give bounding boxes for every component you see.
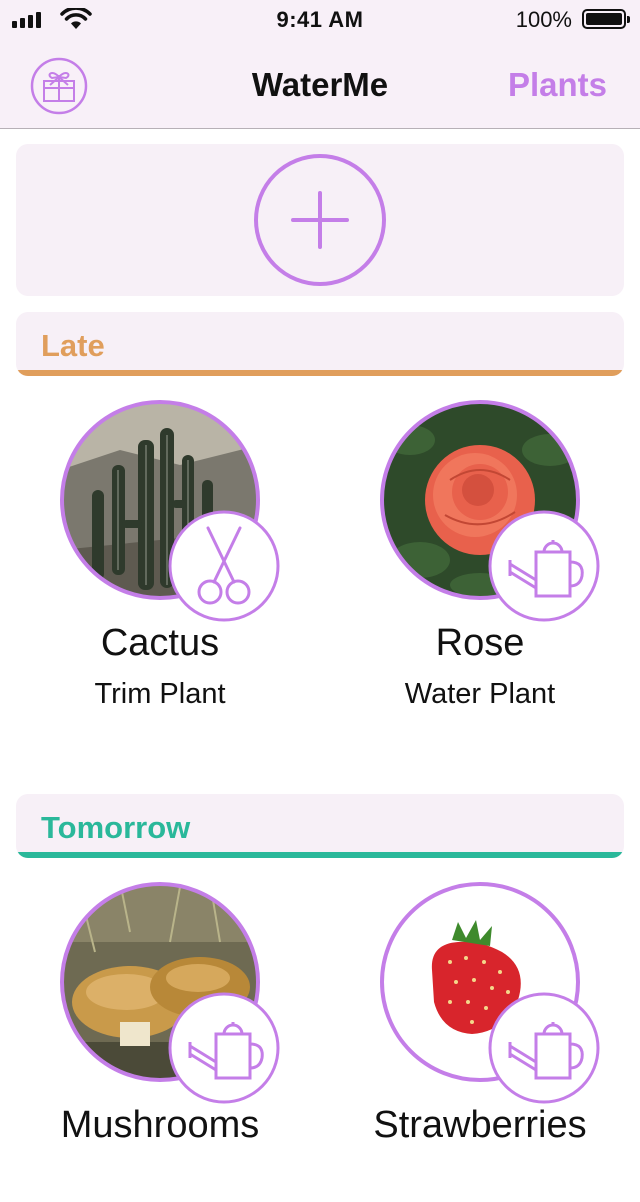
add-plant-card xyxy=(16,144,624,296)
section-divider xyxy=(16,852,624,858)
plants-button[interactable]: Plants xyxy=(508,66,607,104)
plant-item-mushrooms[interactable]: Mushrooms xyxy=(20,882,320,1202)
section-header-late: Late xyxy=(16,312,624,376)
plant-name: Rose xyxy=(435,622,525,664)
plant-name: Cactus xyxy=(100,622,220,664)
section-title: Late xyxy=(41,328,105,363)
plant-name: Strawberries xyxy=(373,1104,587,1146)
watering-can-icon xyxy=(488,510,600,622)
battery-percentage: 100% xyxy=(515,7,572,32)
plant-task: Trim Plant xyxy=(94,678,226,710)
section-divider xyxy=(16,370,624,376)
watering-can-icon xyxy=(488,992,600,1104)
navigation-bar: WaterMe Plants xyxy=(0,40,640,129)
battery-icon xyxy=(582,9,630,29)
section-header-tomorrow: Tomorrow xyxy=(16,794,624,858)
plant-name: Mushrooms xyxy=(60,1104,260,1146)
section-title: Tomorrow xyxy=(41,810,191,845)
plus-icon[interactable] xyxy=(253,153,387,287)
status-bar: 9:41 AM 100% xyxy=(0,0,640,40)
plant-task: Water Plant xyxy=(404,678,556,710)
plant-item-cactus[interactable]: Cactus Trim Plant xyxy=(20,400,320,720)
plant-item-strawberries[interactable]: Strawberries xyxy=(340,882,640,1202)
watering-can-icon xyxy=(168,992,280,1104)
scissors-icon xyxy=(168,510,280,622)
plant-item-rose[interactable]: Rose Water Plant xyxy=(340,400,640,720)
